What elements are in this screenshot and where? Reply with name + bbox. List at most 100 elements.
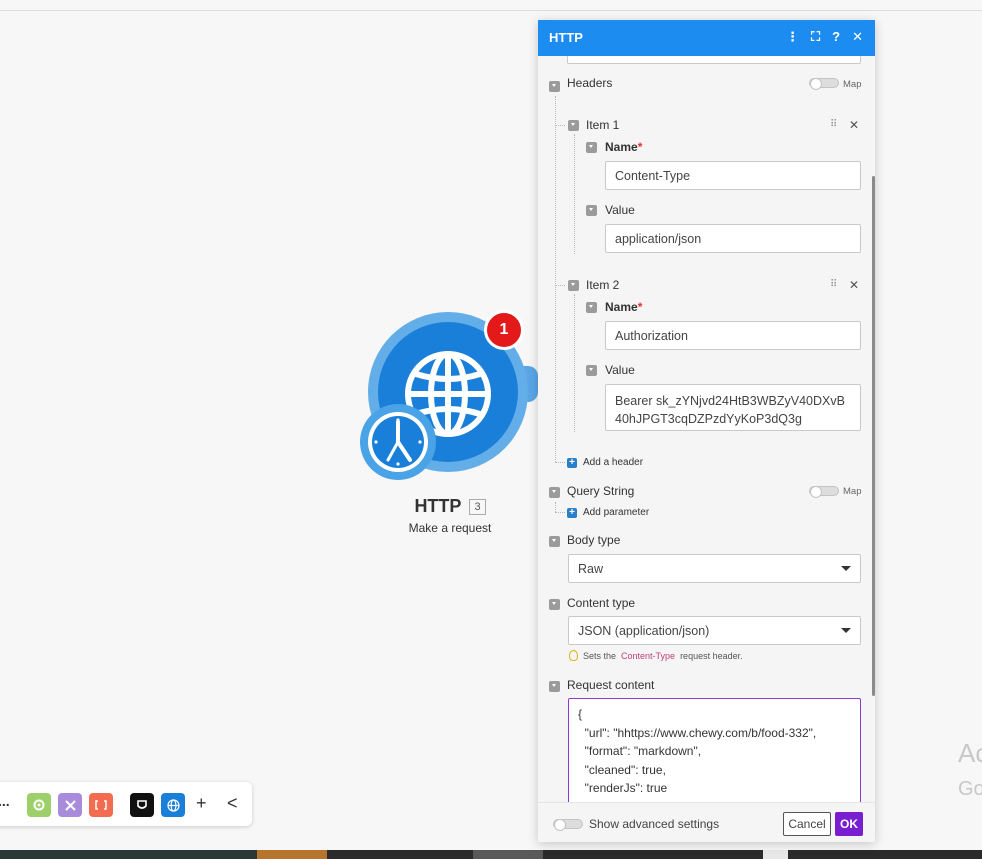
body-type-collapse-toggle[interactable]	[549, 536, 560, 547]
item2-value-toggle[interactable]	[586, 365, 597, 376]
item1-name-label-text: Name	[605, 140, 638, 154]
chevron-down-icon	[841, 566, 851, 571]
content-type-select[interactable]: JSON (application/json)	[568, 616, 861, 645]
required-mark: *	[637, 140, 643, 154]
module-title: HTTP 3	[360, 496, 540, 517]
query-string-label: Query String	[567, 484, 635, 498]
hint-prefix: Sets the	[583, 650, 617, 661]
top-divider	[0, 10, 982, 11]
ok-button[interactable]: OK	[835, 812, 863, 836]
http-globe-icon[interactable]	[161, 793, 185, 817]
headers-map-label: Map	[843, 79, 862, 90]
item1-name-toggle[interactable]	[586, 142, 597, 153]
headers-collapse-toggle[interactable]	[549, 81, 560, 92]
add-header-label: Add a header	[583, 457, 644, 468]
scenario-toolbar: ... + <	[0, 782, 252, 826]
http-module[interactable]: 1 HTTP 3 Make a request	[360, 308, 540, 548]
request-content-textarea[interactable]: { "url": "hhttps://www.chewy.com/b/food-…	[568, 698, 861, 802]
content-type-hint: Sets the Content-Type request header.	[569, 650, 743, 661]
item2-drag-handle-icon[interactable]: ⠿	[830, 279, 837, 290]
more-options-icon[interactable]: ...	[0, 793, 10, 809]
item1-value-toggle[interactable]	[586, 205, 597, 216]
more-vertical-icon[interactable]: ⋮	[786, 29, 799, 45]
cancel-button[interactable]: Cancel	[783, 812, 831, 836]
item2-remove-icon[interactable]: ✕	[849, 278, 859, 292]
content-type-value: JSON (application/json)	[578, 623, 710, 638]
hint-suffix: request header.	[680, 650, 743, 661]
request-content-collapse-toggle[interactable]	[549, 681, 560, 692]
add-header-button[interactable]: + Add a header	[567, 457, 643, 468]
panel-scrollbar[interactable]	[872, 176, 875, 696]
advanced-settings-toggle[interactable]	[553, 819, 583, 831]
tree-branch	[555, 512, 565, 513]
query-string-collapse-toggle[interactable]	[549, 487, 560, 498]
side-text-1: Ac	[958, 738, 982, 768]
schedule-clock-icon[interactable]	[360, 404, 436, 480]
flow-control-icon[interactable]	[130, 793, 154, 817]
strip-segment	[0, 850, 257, 859]
item1-name-label: Name*	[605, 140, 642, 154]
add-parameter-label: Add parameter	[583, 507, 650, 518]
item2-name-label-text: Name	[605, 300, 638, 314]
body-type-select[interactable]: Raw	[568, 554, 861, 583]
item2-tree-line	[574, 294, 575, 432]
headers-label: Headers	[567, 76, 613, 90]
required-mark: *	[637, 300, 643, 314]
tools-icon[interactable]	[58, 793, 82, 817]
bottom-strip	[0, 850, 982, 859]
panel-title: HTTP	[549, 30, 583, 45]
panel-header: HTTP ⋮ ⛶ ? ✕	[538, 20, 875, 56]
add-parameter-button[interactable]: + Add parameter	[567, 507, 649, 518]
item2-value-input[interactable]: Bearer sk_zYNjvd24HtB3WBZyV40DXvB 40hJPG…	[605, 384, 861, 431]
error-count-badge[interactable]: 1	[484, 310, 524, 350]
item1-value-label: Value	[605, 203, 635, 217]
settings-gear-icon[interactable]	[27, 793, 51, 817]
item2-name-input[interactable]: Authorization	[605, 321, 861, 350]
item2-collapse-toggle[interactable]	[568, 280, 579, 291]
plus-icon: +	[567, 457, 577, 468]
json-brackets-icon[interactable]	[89, 793, 113, 817]
item2-value-line1: Bearer sk_zYNjvd24HtB3WBZyV40DXvB	[615, 394, 845, 408]
item1-collapse-toggle[interactable]	[568, 120, 579, 131]
headers-tree-line	[555, 96, 556, 462]
item2-value-line2: 40hJPGT3cqDZPzdYyKoP3dQ3g	[615, 412, 802, 426]
panel-header-icons: ⋮ ⛶ ? ✕	[786, 29, 863, 45]
content-type-label: Content type	[567, 596, 636, 610]
add-module-icon[interactable]: +	[196, 793, 207, 814]
advanced-settings-label: Show advanced settings	[589, 817, 720, 831]
request-content-label: Request content	[567, 678, 655, 692]
expand-icon[interactable]: ⛶	[811, 29, 820, 45]
item1-label: Item 1	[586, 118, 620, 132]
item1-value-input[interactable]: application/json	[605, 224, 861, 253]
item2-name-label: Name*	[605, 300, 642, 314]
strip-segment	[473, 850, 543, 859]
content-type-collapse-toggle[interactable]	[549, 599, 560, 610]
module-number: 3	[469, 499, 486, 516]
item1-tree-line	[574, 134, 575, 254]
hint-code: Content-Type	[621, 650, 676, 661]
panel-body[interactable]: Headers Map Item 1 ⠿ ✕ Name* Content-Typ…	[538, 56, 875, 802]
lightbulb-icon	[569, 650, 578, 661]
strip-segment	[763, 850, 788, 859]
panel-footer: Show advanced settings Cancel OK	[538, 802, 875, 842]
module-title-text: HTTP	[414, 496, 462, 516]
module-subtitle: Make a request	[408, 521, 492, 535]
http-settings-panel: HTTP ⋮ ⛶ ? ✕ Headers Map Item 1 ⠿ ✕ Name…	[538, 20, 875, 842]
side-text-2: Go	[958, 778, 982, 800]
url-field-partial[interactable]	[567, 56, 861, 64]
item1-drag-handle-icon[interactable]: ⠿	[830, 119, 837, 130]
close-icon[interactable]: ✕	[852, 29, 863, 45]
query-string-map-label: Map	[843, 486, 862, 497]
help-icon[interactable]: ?	[832, 29, 840, 45]
item1-remove-icon[interactable]: ✕	[849, 118, 859, 132]
tree-branch	[555, 125, 565, 126]
headers-map-toggle[interactable]	[809, 78, 839, 90]
body-type-value: Raw	[578, 561, 604, 576]
item1-name-input[interactable]: Content-Type	[605, 161, 861, 190]
strip-segment	[257, 850, 327, 859]
item2-name-toggle[interactable]	[586, 302, 597, 313]
chevron-down-icon	[841, 628, 851, 633]
collapse-chevron-icon[interactable]: <	[227, 793, 238, 814]
query-string-map-toggle[interactable]	[809, 486, 839, 498]
tree-branch	[555, 285, 565, 286]
